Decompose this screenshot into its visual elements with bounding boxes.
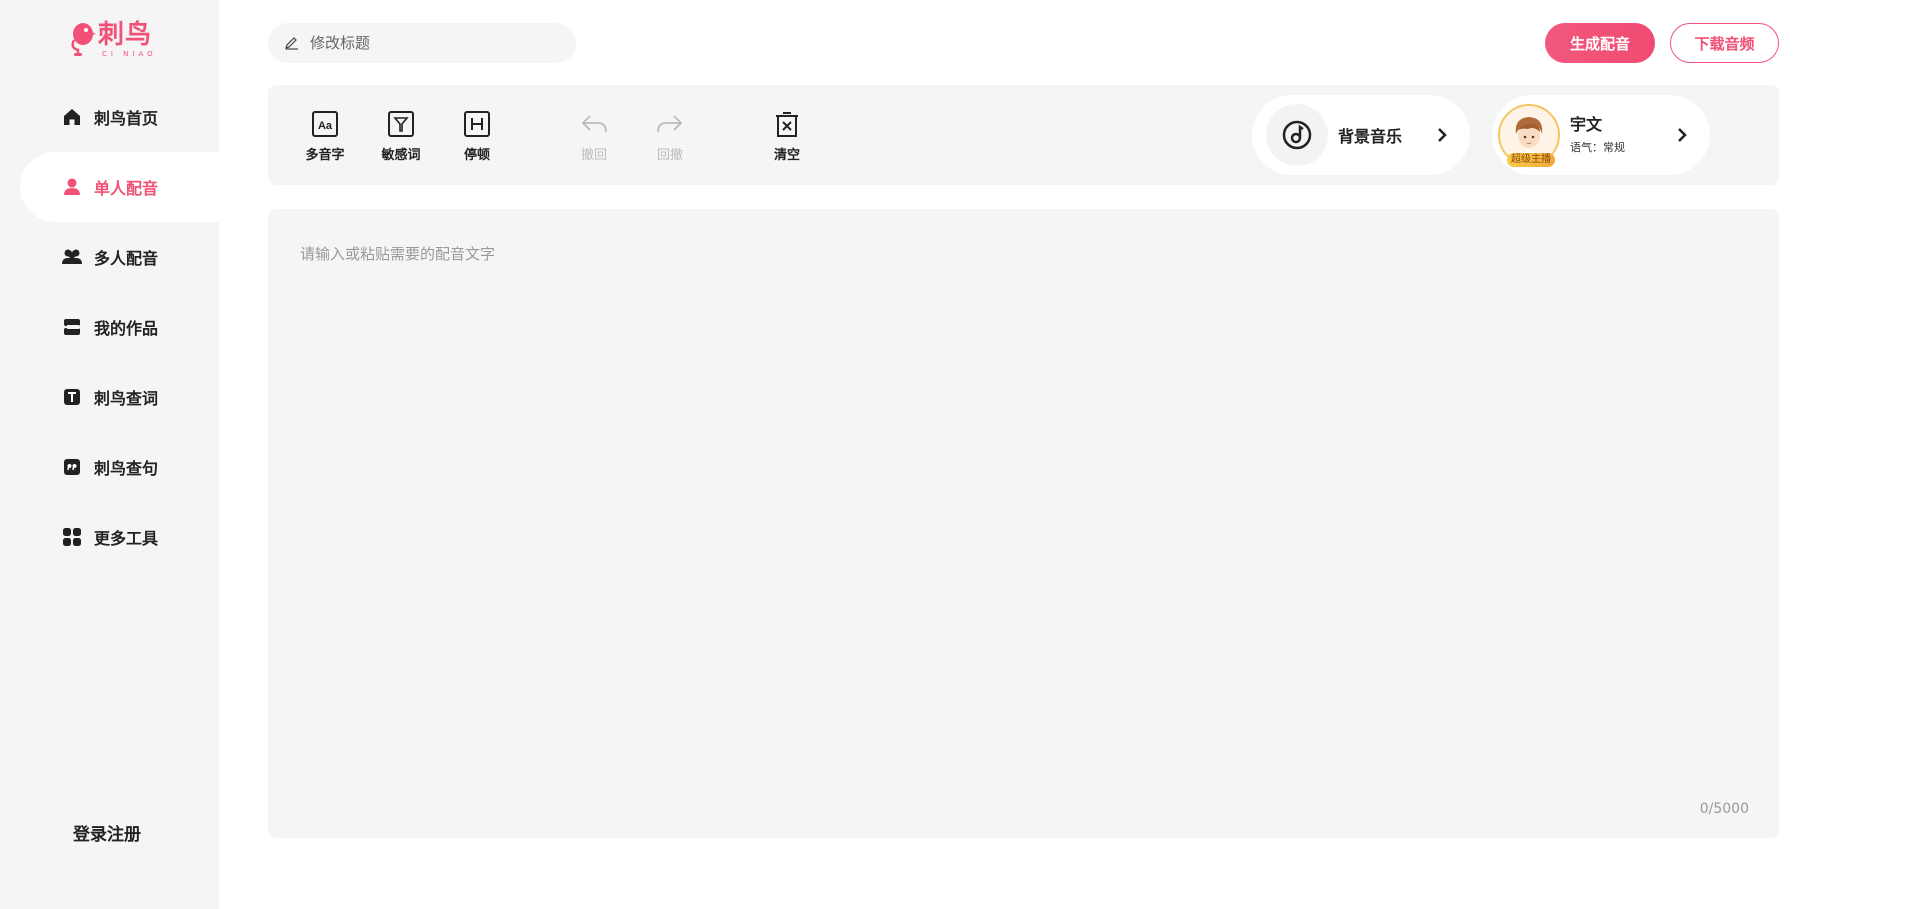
sidebar-item-label: 多人配音 xyxy=(94,249,159,268)
editor-toolbar: Aa 多音字 敏感词 停顿 撤回 回撤 清空 背景音乐 超级主播 宇文 语气：常… xyxy=(268,85,1779,185)
background-music-selector[interactable]: 背景音乐 xyxy=(1252,95,1470,175)
title-input[interactable] xyxy=(308,33,552,53)
sidebar-item-single-dubbing[interactable]: 单人配音 xyxy=(20,152,219,222)
sidebar-item-label: 单人配音 xyxy=(94,179,159,198)
sidebar-item-home[interactable]: 刺鸟首页 xyxy=(20,82,219,152)
voice-name: 宇文 xyxy=(1570,115,1603,134)
generate-dubbing-button[interactable]: 生成配音 xyxy=(1545,23,1655,63)
music-disc-icon xyxy=(1266,104,1328,166)
text-icon xyxy=(62,387,82,407)
sidebar-item-my-works[interactable]: 我的作品 xyxy=(20,292,219,362)
logo-text: 刺鸟 xyxy=(98,20,153,50)
home-icon xyxy=(62,107,82,127)
polyphone-button[interactable]: Aa 多音字 xyxy=(295,110,355,163)
sidebar-item-label: 刺鸟首页 xyxy=(94,109,159,128)
logo-pinyin: CI NIAO xyxy=(102,50,157,58)
sidebar-item-label: 刺鸟查句 xyxy=(94,459,159,478)
voice-tone: 语气：常规 xyxy=(1570,141,1625,154)
pause-button[interactable]: 停顿 xyxy=(447,110,507,163)
undo-icon xyxy=(581,115,607,133)
sidebar-item-multi-dubbing[interactable]: 多人配音 xyxy=(20,222,219,292)
pause-icon xyxy=(464,111,490,137)
background-music-label: 背景音乐 xyxy=(1338,127,1403,146)
dubbing-text-input[interactable] xyxy=(298,241,1752,785)
sidebar-item-word-lookup[interactable]: 刺鸟查词 xyxy=(20,362,219,432)
tool-label: 多音字 xyxy=(305,148,345,163)
sidebar-item-label: 刺鸟查词 xyxy=(94,389,159,408)
tool-label: 回撤 xyxy=(656,148,683,163)
tool-label: 撤回 xyxy=(580,148,607,163)
edit-pen-icon xyxy=(285,37,298,50)
redo-icon xyxy=(657,115,683,133)
filter-icon xyxy=(388,111,414,137)
svg-text:Aa: Aa xyxy=(318,120,333,132)
grid-icon xyxy=(62,527,82,547)
tool-label: 清空 xyxy=(773,148,800,163)
voice-avatar: 超级主播 xyxy=(1498,104,1560,167)
download-audio-button[interactable]: 下载音频 xyxy=(1670,23,1779,63)
sidebar: 刺鸟 CI NIAO 刺鸟首页 单人配音 多人配音 我的作品 刺鸟查词 刺鸟查句… xyxy=(0,0,219,909)
quote-icon xyxy=(62,457,82,477)
app-root: 刺鸟 CI NIAO 刺鸟首页 单人配音 多人配音 我的作品 刺鸟查词 刺鸟查句… xyxy=(0,0,1908,909)
sidebar-item-sentence-lookup[interactable]: 刺鸟查句 xyxy=(20,432,219,502)
sensitive-word-button[interactable]: 敏感词 xyxy=(371,110,431,163)
person-icon xyxy=(62,177,82,197)
clear-button[interactable]: 清空 xyxy=(757,110,817,163)
logo-bird-icon xyxy=(68,20,96,58)
people-icon xyxy=(62,247,82,267)
login-register-link[interactable]: 登录注册 xyxy=(73,820,141,845)
super-host-badge: 超级主播 xyxy=(1507,153,1555,167)
title-field[interactable] xyxy=(268,23,576,63)
clear-icon xyxy=(776,112,798,137)
sidebar-item-label: 更多工具 xyxy=(94,529,159,548)
sidebar-nav: 刺鸟首页 单人配音 多人配音 我的作品 刺鸟查词 刺鸟查句 更多工具 xyxy=(20,82,219,572)
logo[interactable]: 刺鸟 CI NIAO xyxy=(68,20,157,58)
tool-label: 停顿 xyxy=(463,148,490,163)
redo-button[interactable]: 回撤 xyxy=(640,110,700,163)
text-editor-panel: 0/5000 xyxy=(268,209,1779,838)
polyphone-icon: Aa xyxy=(312,111,338,137)
tool-label: 敏感词 xyxy=(381,148,421,163)
undo-button[interactable]: 撤回 xyxy=(564,110,624,163)
sidebar-item-label: 我的作品 xyxy=(94,319,159,338)
works-icon xyxy=(62,317,82,337)
sidebar-item-more-tools[interactable]: 更多工具 xyxy=(20,502,219,572)
chevron-right-icon xyxy=(1438,128,1447,142)
character-counter: 0/5000 xyxy=(1699,801,1749,817)
chevron-right-icon xyxy=(1678,128,1687,142)
voice-selector[interactable]: 超级主播 宇文 语气：常规 xyxy=(1492,95,1710,175)
